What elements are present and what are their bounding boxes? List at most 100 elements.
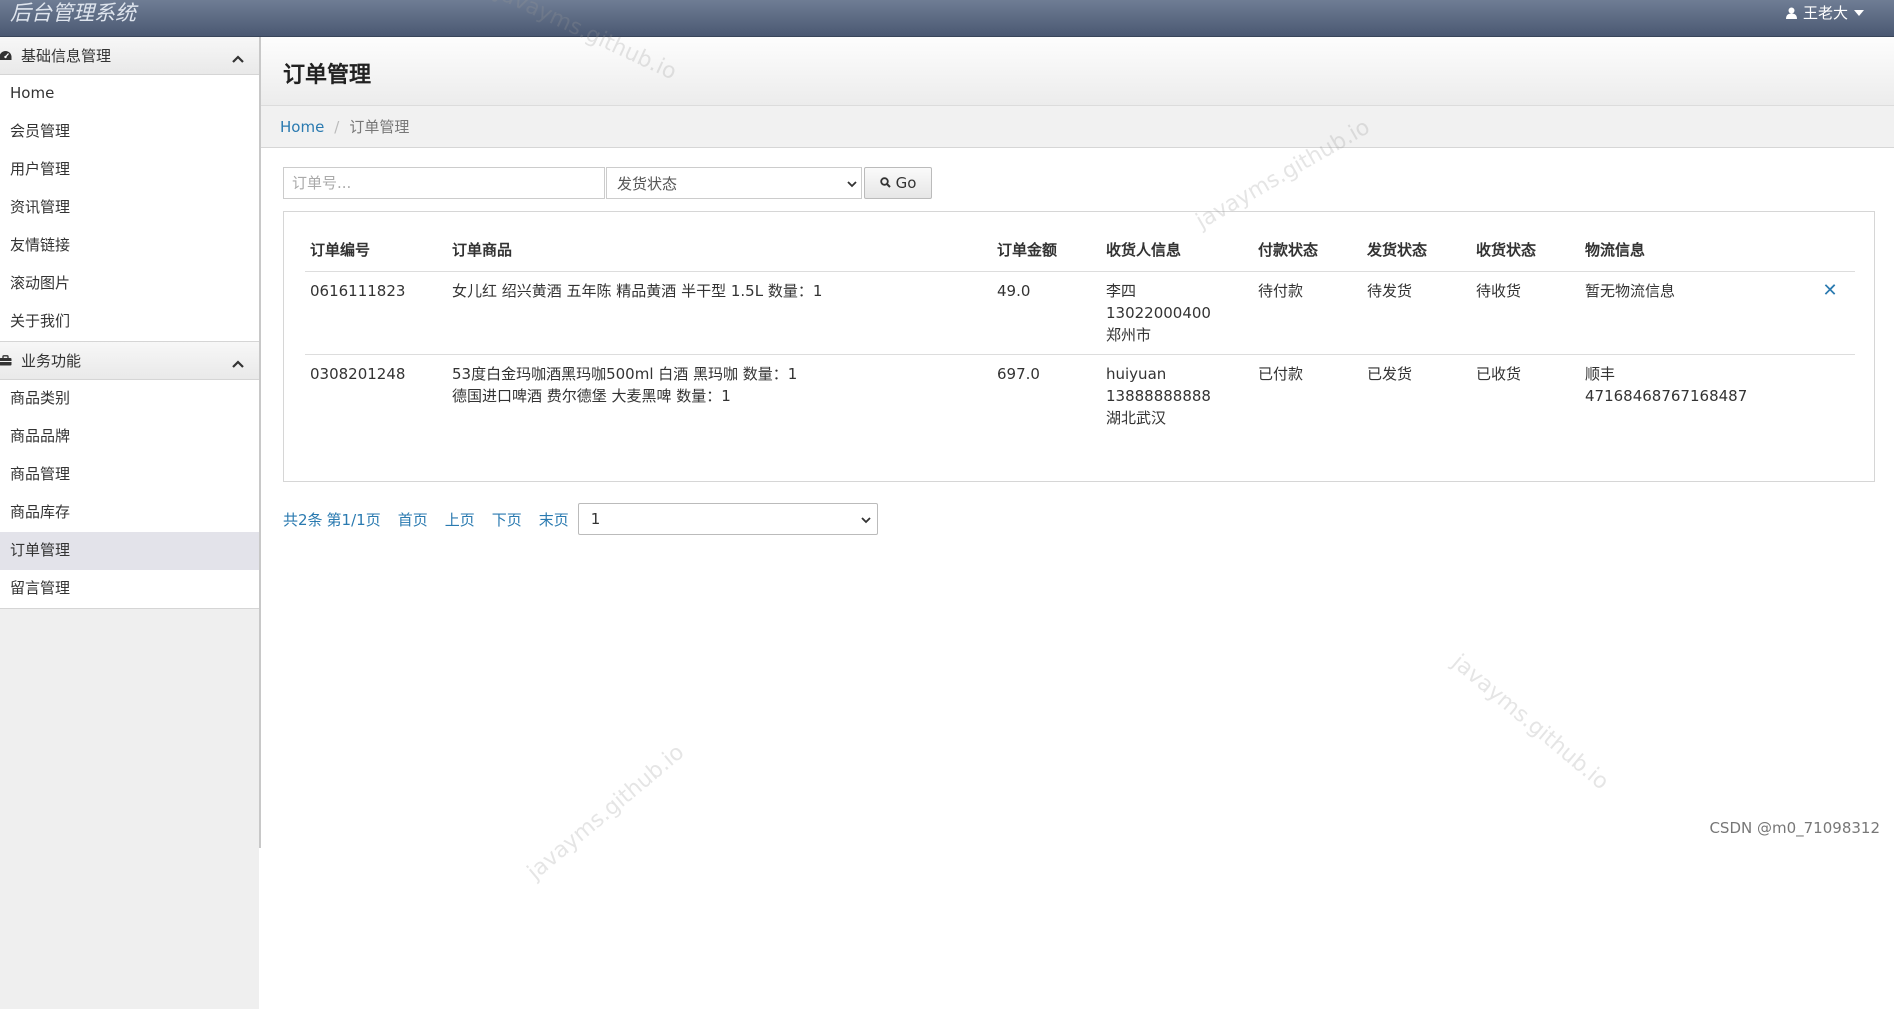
orders-table: 订单编号 订单商品 订单金额 收货人信息 付款状态 发货状态 收货状态 物流信息…	[305, 228, 1855, 437]
briefcase-icon	[0, 354, 13, 368]
top-navbar: 后台管理系统 王老大	[0, 0, 1894, 37]
pay-status-cell: 已付款	[1258, 365, 1304, 383]
sidebar-group-title: 业务功能	[21, 352, 82, 370]
dashboard-icon	[0, 49, 13, 63]
sidebar-empty-area	[0, 609, 259, 1009]
sidebar-item-banners[interactable]: 滚动图片	[0, 265, 259, 303]
receiver-address: 湖北武汉	[1106, 409, 1167, 427]
column-header: 物流信息	[1580, 228, 1800, 272]
receiver-address: 郑州市	[1106, 326, 1152, 344]
sidebar-item-news[interactable]: 资讯管理	[0, 189, 259, 227]
orders-table-panel: 订单编号 订单商品 订单金额 收货人信息 付款状态 发货状态 收货状态 物流信息…	[283, 211, 1875, 482]
order-amount-cell: 49.0	[992, 271, 1101, 355]
column-header: 收货状态	[1471, 228, 1580, 272]
order-goods-cell: 女儿红 绍兴黄酒 五年陈 精品黄酒 半干型 1.5L 数量：1	[447, 271, 992, 355]
logistics-cell: 顺丰 47168468767168487	[1580, 355, 1800, 438]
close-icon[interactable]: ✕	[1800, 271, 1855, 355]
ship-status-cell: 待发货	[1362, 271, 1471, 355]
column-header: 付款状态	[1253, 228, 1362, 272]
column-header: 发货状态	[1362, 228, 1471, 272]
sidebar-group-header-business[interactable]: 业务功能	[0, 342, 259, 380]
order-number-cell: 0616111823	[305, 271, 447, 355]
table-row: 0616111823 女儿红 绍兴黄酒 五年陈 精品黄酒 半干型 1.5L 数量…	[305, 271, 1855, 355]
pager-prev-link[interactable]: 上页	[445, 509, 475, 530]
order-goods-cell: 53度白金玛咖酒黑玛咖500ml 白酒 黑玛咖 数量：1 德国进口啤酒 费尔德堡…	[447, 355, 992, 438]
column-header: 订单商品	[447, 228, 992, 272]
pager-next-link[interactable]: 下页	[492, 509, 522, 530]
pager-first-link[interactable]: 首页	[398, 509, 428, 530]
go-button-label: Go	[895, 174, 917, 192]
sidebar-item-inventory[interactable]: 商品库存	[0, 494, 259, 532]
order-number-cell: 0308201248	[310, 365, 406, 383]
sidebar-item-members[interactable]: 会员管理	[0, 113, 259, 151]
brand-title[interactable]: 后台管理系统	[10, 0, 136, 26]
chevron-down-icon	[847, 174, 857, 192]
receive-status-cell: 已收货	[1476, 365, 1522, 383]
sidebar-item-brands[interactable]: 商品品牌	[0, 418, 259, 456]
receiver-phone: 13888888888	[1106, 387, 1211, 405]
pagination: 共2条 第1/1页 首页 上页 下页 末页 1	[283, 503, 878, 535]
goods-line: 德国进口啤酒 费尔德堡 大麦黑啤 数量：1	[452, 387, 731, 405]
sidebar-item-about[interactable]: 关于我们	[0, 303, 259, 341]
search-icon	[879, 174, 891, 192]
sidebar-item-categories[interactable]: 商品类别	[0, 380, 259, 418]
page-select[interactable]: 1	[577, 503, 878, 535]
logistics-cell: 暂无物流信息	[1580, 271, 1800, 355]
sidebar: 基础信息管理 Home 会员管理 用户管理 资讯管理 友情链接 滚动图片 关于我…	[0, 37, 261, 1009]
pager-page-info: 第1/1页	[326, 510, 381, 529]
receiver-phone: 13022000400	[1106, 304, 1211, 322]
user-menu[interactable]: 王老大	[1785, 0, 1864, 26]
goods-line: 女儿红 绍兴黄酒 五年陈 精品黄酒 半干型 1.5L 数量：1	[452, 282, 823, 300]
page-title: 订单管理	[283, 63, 372, 88]
page-header: 订单管理	[261, 37, 1894, 106]
sidebar-group-business: 业务功能 商品类别 商品品牌 商品管理 商品库存 订单管理 留言管理	[0, 342, 259, 609]
logistics-line: 顺丰	[1585, 365, 1616, 383]
logistics-line: 暂无物流信息	[1585, 282, 1676, 300]
chevron-up-icon[interactable]	[232, 354, 244, 372]
pay-status-cell: 待付款	[1253, 271, 1362, 355]
pager-last-link[interactable]: 末页	[539, 509, 569, 530]
breadcrumb-current: 订单管理	[349, 118, 410, 136]
chevron-up-icon[interactable]	[232, 49, 244, 67]
page-select-value: 1	[590, 510, 601, 528]
go-button[interactable]: Go	[864, 167, 932, 199]
column-header-actions	[1800, 228, 1855, 272]
ship-status-cell: 已发货	[1367, 365, 1413, 383]
receive-status-cell: 待收货	[1471, 271, 1580, 355]
column-header: 订单金额	[992, 228, 1101, 272]
receiver-cell: huiyuan 13888888888 湖北武汉	[1101, 355, 1253, 438]
logistics-line: 47168468767168487	[1585, 387, 1748, 405]
order-amount-cell: 697.0	[997, 365, 1040, 383]
goods-line: 53度白金玛咖酒黑玛咖500ml 白酒 黑玛咖 数量：1	[452, 365, 798, 383]
sidebar-item-home[interactable]: Home	[0, 75, 259, 113]
ship-status-select-value: 发货状态	[617, 174, 678, 193]
filter-bar: 发货状态 Go	[283, 167, 932, 199]
sidebar-group-basic: 基础信息管理 Home 会员管理 用户管理 资讯管理 友情链接 滚动图片 关于我…	[0, 37, 259, 342]
column-header: 收货人信息	[1101, 228, 1253, 272]
main-content: 订单管理 Home / 订单管理 发货状态 Go	[261, 37, 1894, 848]
sidebar-item-links[interactable]: 友情链接	[0, 227, 259, 265]
sidebar-item-orders[interactable]: 订单管理	[0, 532, 259, 570]
chevron-down-icon	[861, 510, 871, 528]
caret-down-icon	[1854, 10, 1864, 16]
sidebar-group-header-basic[interactable]: 基础信息管理	[0, 37, 259, 75]
receiver-name: 李四	[1106, 282, 1137, 300]
column-header: 订单编号	[305, 228, 447, 272]
csdn-credit: CSDN @m0_71098312	[1709, 819, 1880, 837]
breadcrumb: Home / 订单管理	[261, 106, 1894, 148]
table-header-row: 订单编号 订单商品 订单金额 收货人信息 付款状态 发货状态 收货状态 物流信息	[305, 228, 1855, 272]
row-action-cell	[1800, 355, 1855, 438]
receiver-cell: 李四 13022000400 郑州市	[1101, 271, 1253, 355]
sidebar-item-products[interactable]: 商品管理	[0, 456, 259, 494]
sidebar-item-users[interactable]: 用户管理	[0, 151, 259, 189]
sidebar-item-messages[interactable]: 留言管理	[0, 570, 259, 608]
breadcrumb-home-link[interactable]: Home	[280, 118, 324, 136]
user-name: 王老大	[1802, 4, 1848, 22]
breadcrumb-separator: /	[334, 117, 340, 136]
pager-total: 共2条	[283, 510, 323, 529]
receiver-name: huiyuan	[1106, 365, 1167, 383]
table-row: 0308201248 53度白金玛咖酒黑玛咖500ml 白酒 黑玛咖 数量：1 …	[305, 355, 1855, 438]
order-number-input[interactable]	[283, 167, 605, 199]
ship-status-select[interactable]: 发货状态	[606, 167, 862, 199]
sidebar-group-title: 基础信息管理	[21, 47, 112, 65]
